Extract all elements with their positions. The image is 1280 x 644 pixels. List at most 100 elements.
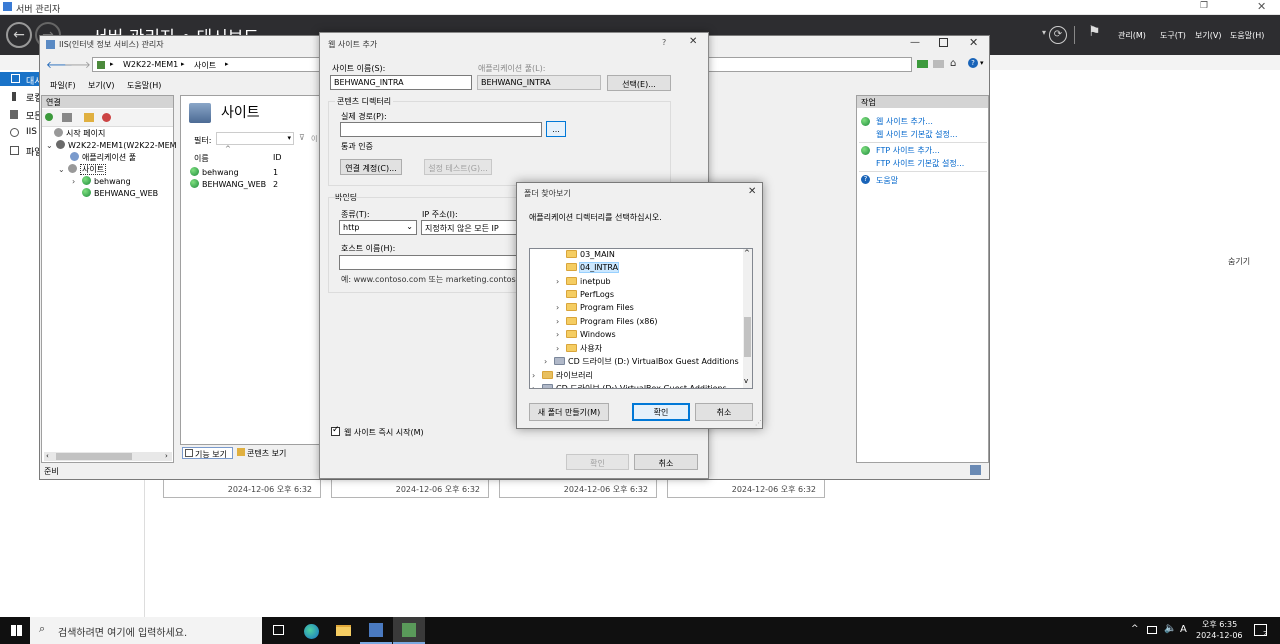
forward-arrow-icon[interactable]: 🡒 — [64, 59, 91, 71]
network-icon[interactable] — [1147, 626, 1157, 634]
clock-date[interactable]: 2024-12-06 — [1196, 631, 1243, 640]
action-add-ftp[interactable]: FTP 사이트 추가... — [876, 145, 940, 156]
chevron-right-icon[interactable]: › — [556, 344, 566, 353]
column-name[interactable]: 이름 — [194, 153, 209, 164]
physical-path-field[interactable] — [340, 122, 542, 137]
folder-tree-item[interactable]: › inetpub — [556, 276, 611, 290]
folder-tree[interactable]: 03_MAIN 04_INTRA › inetpub PerfLogs › Program … — [529, 248, 753, 389]
table-row[interactable]: BEHWANG_WEB 2 — [190, 179, 318, 191]
chevron-up-icon[interactable]: ^ — [1131, 624, 1139, 634]
home-icon[interactable]: ⌂ — [950, 58, 956, 69]
menu-view[interactable]: 보기(V) — [1195, 30, 1221, 41]
filter-icon[interactable]: ⊽ — [299, 133, 305, 142]
scroll-right-icon[interactable]: › — [165, 452, 168, 460]
ime-indicator[interactable]: A — [1180, 624, 1187, 635]
hide-link[interactable]: 숨기기 — [1228, 256, 1250, 267]
folder-tree-item[interactable]: › Program Files — [556, 303, 634, 316]
tab-features-view[interactable]: 기능 보기 — [182, 447, 233, 459]
tree-item-site[interactable]: BEHWANG_WEB — [82, 188, 158, 201]
online-icon[interactable] — [917, 60, 928, 68]
type-select[interactable]: http ⌄ — [339, 220, 417, 235]
iis-manager-taskbar-icon[interactable] — [393, 617, 425, 644]
action-ftp-defaults[interactable]: FTP 사이트 기본값 설정... — [876, 158, 964, 169]
scrollbar-thumb[interactable] — [56, 453, 132, 460]
folder-tree-item[interactable]: › Windows — [556, 329, 616, 343]
folder-tree-item[interactable]: › 라이브러리 — [532, 370, 593, 383]
refresh-icon[interactable]: ⟳ — [1049, 26, 1067, 44]
menu-view[interactable]: 보기(V) — [88, 80, 114, 91]
dropdown-chevron-icon[interactable]: ▾ — [1042, 28, 1046, 37]
action-website-defaults[interactable]: 웹 사이트 기본값 설정... — [876, 129, 958, 140]
connection-icon[interactable] — [933, 60, 944, 68]
site-name-field[interactable]: BEHWANG_INTRA — [330, 75, 472, 90]
menu-file[interactable]: 파일(F) — [50, 80, 76, 91]
folder-tree-item[interactable]: › Program Files (x86) — [556, 316, 658, 330]
scrollbar-thumb[interactable] — [744, 317, 751, 357]
minimize-icon[interactable]: — — [910, 37, 920, 48]
nav-item-files[interactable]: 파일 — [0, 144, 43, 158]
up-folder-icon[interactable] — [84, 113, 94, 122]
task-view-icon[interactable] — [262, 617, 294, 644]
action-add-website[interactable]: 웹 사이트 추가... — [876, 116, 933, 127]
host-name-field[interactable] — [339, 255, 519, 270]
browse-path-button[interactable]: ... — [546, 121, 566, 137]
folder-tree-item[interactable]: 03_MAIN — [556, 250, 615, 263]
maximize-icon[interactable] — [939, 38, 948, 47]
connect-icon[interactable] — [45, 113, 53, 121]
scroll-left-icon[interactable]: ‹ — [46, 452, 49, 460]
ip-select[interactable]: 지정하지 않은 모든 IP — [421, 220, 521, 235]
breadcrumb-sites[interactable]: 사이트 — [194, 60, 216, 71]
breadcrumb-server[interactable]: W2K22-MEM1 — [123, 60, 178, 69]
file-explorer-icon[interactable] — [328, 617, 360, 644]
chevron-down-icon[interactable]: ▾ — [287, 134, 291, 142]
scroll-up-icon[interactable]: ^ — [744, 249, 750, 257]
chevron-down-icon[interactable]: ⌄ — [58, 165, 68, 174]
ok-button[interactable]: 확인 — [632, 403, 690, 421]
taskbar-search[interactable]: ⌕ 검색하려면 여기에 입력하세요. — [30, 617, 262, 644]
restore-icon[interactable]: ❐ — [1200, 1, 1208, 11]
server-manager-taskbar-icon[interactable] — [360, 617, 392, 644]
tab-content-view[interactable]: 콘텐츠 보기 — [237, 447, 297, 459]
volume-icon[interactable]: 🔈 — [1164, 623, 1176, 634]
chevron-right-icon[interactable]: › — [532, 371, 542, 380]
folder-tree-item[interactable]: › CD 드라이브 (D:) VirtualBox Guest Additions — [544, 356, 739, 369]
filter-input[interactable]: ▾ — [216, 132, 294, 145]
close-icon[interactable]: ✕ — [969, 36, 978, 49]
vertical-scrollbar[interactable]: ^ v — [743, 249, 752, 388]
action-help[interactable]: 도움말 — [876, 175, 898, 186]
chevron-right-icon[interactable]: › — [556, 303, 566, 312]
filter-go-label[interactable]: 이 — [311, 134, 319, 144]
folder-tree-item[interactable]: › 사용자 — [556, 343, 602, 356]
resize-grip-icon[interactable]: ⋰ — [755, 419, 762, 427]
windows-start-icon[interactable] — [11, 625, 22, 636]
flag-icon[interactable]: ⚑ — [1088, 24, 1101, 40]
back-arrow-icon[interactable]: ← — [6, 22, 32, 48]
select-button[interactable]: 선택(E)... — [607, 75, 671, 91]
nav-item-iis[interactable]: IIS — [0, 126, 40, 140]
chevron-right-icon[interactable]: › — [556, 330, 566, 339]
cancel-button[interactable]: 취소 — [634, 454, 698, 470]
save-icon[interactable] — [62, 113, 72, 122]
table-row[interactable]: behwang 1 — [190, 167, 318, 179]
chevron-right-icon[interactable]: › — [532, 384, 542, 388]
chevron-right-icon[interactable]: › — [556, 277, 566, 286]
chevron-right-icon[interactable]: › — [556, 317, 566, 326]
menu-help[interactable]: 도움말(H) — [1230, 30, 1264, 41]
cancel-button[interactable]: 취소 — [695, 403, 753, 421]
start-immediately-checkbox[interactable]: ✓ — [331, 425, 340, 436]
column-id[interactable]: ID — [273, 153, 282, 162]
disconnect-icon[interactable] — [102, 113, 111, 122]
chevron-down-icon[interactable]: ▾ — [980, 59, 984, 67]
chevron-down-icon[interactable]: ⌄ — [46, 141, 56, 150]
close-icon[interactable]: ✕ — [748, 186, 756, 197]
menu-tools[interactable]: 도구(T) — [1160, 30, 1186, 41]
close-icon[interactable]: ✕ — [689, 36, 697, 47]
chevron-right-icon[interactable]: › — [544, 357, 554, 366]
horizontal-scrollbar[interactable]: ‹ › — [44, 452, 172, 461]
menu-manage[interactable]: 관리(M) — [1118, 30, 1146, 41]
connect-as-button[interactable]: 연결 계정(C)... — [340, 159, 402, 175]
clock-time[interactable]: 오후 6:35 — [1202, 619, 1237, 630]
menu-help[interactable]: 도움말(H) — [127, 80, 161, 91]
edge-icon[interactable] — [296, 617, 328, 644]
help-button[interactable]: ? — [662, 38, 666, 47]
